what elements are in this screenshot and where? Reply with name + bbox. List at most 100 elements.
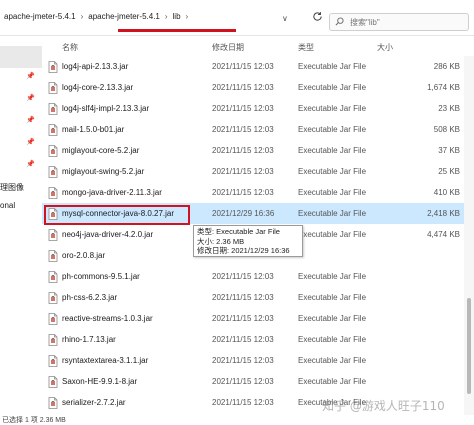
navigation-pane: 📌 📌 📌 📌 📌 理图像 onal	[0, 36, 42, 425]
file-size: 286 KB	[433, 62, 460, 71]
file-row[interactable]: log4j-slf4j-impl-2.13.3.jar 2021/11/15 12…	[42, 98, 464, 119]
file-date: 2021/11/15 12:03	[212, 83, 274, 92]
chevron-down-icon[interactable]: ∨	[282, 14, 288, 23]
file-row[interactable]: mongo-java-driver-2.11.3.jar 2021/11/15 1…	[42, 182, 464, 203]
file-row[interactable]: ph-css-6.2.3.jar 2021/11/15 12:03 Executab…	[42, 287, 464, 308]
nav-item[interactable]: 📌	[0, 110, 42, 132]
file-name: ph-css-6.2.3.jar	[62, 293, 118, 302]
nav-item[interactable]	[0, 46, 42, 68]
status-text: 已选择 1 项 2.36 MB	[2, 417, 66, 424]
breadcrumb-separator[interactable]: ›	[162, 12, 171, 21]
file-row[interactable]: log4j-api-2.13.3.jar 2021/11/15 12:03 Exec…	[42, 56, 464, 77]
file-size: 4,474 KB	[427, 230, 460, 239]
nav-item[interactable]: 📌	[0, 66, 42, 88]
file-name: serializer-2.7.2.jar	[62, 398, 126, 407]
file-size: 410 KB	[433, 188, 460, 197]
file-date: 2021/11/15 12:03	[212, 167, 274, 176]
pin-icon: 📌	[26, 139, 35, 146]
breadcrumb-item[interactable]: apache-jmeter-5.4.1	[2, 12, 78, 21]
file-size: 25 KB	[438, 167, 460, 176]
breadcrumb-item-current[interactable]: lib	[171, 12, 183, 21]
refresh-icon[interactable]	[310, 11, 324, 25]
file-type: Executable Jar File	[298, 125, 367, 134]
search-input[interactable]	[350, 17, 460, 27]
jar-file-icon	[48, 397, 58, 409]
vertical-scrollbar[interactable]	[464, 56, 474, 425]
jar-file-icon	[48, 166, 58, 178]
address-bar: apache-jmeter-5.4.1 › apache-jmeter-5.4.…	[0, 0, 474, 36]
column-header-row: 名称 修改日期 类型 大小	[42, 42, 474, 56]
search-box[interactable]	[329, 13, 469, 31]
pin-icon: 📌	[26, 73, 35, 80]
column-header-name[interactable]: 名称	[62, 42, 78, 53]
file-name: Saxon-HE-9.9.1-8.jar	[62, 377, 138, 386]
file-name: rsyntaxtextarea-3.1.1.jar	[62, 356, 149, 365]
file-date: 2021/12/29 16:36	[212, 209, 275, 218]
file-row[interactable]: miglayout-core-5.2.jar 2021/11/15 12:03 Ex…	[42, 140, 464, 161]
nav-item[interactable]: 📌	[0, 88, 42, 110]
file-name: mail-1.5.0-b01.jar	[62, 125, 125, 134]
jar-file-icon	[48, 208, 58, 220]
file-row[interactable]: log4j-core-2.13.3.jar 2021/11/15 12:03 Exe…	[42, 77, 464, 98]
search-icon	[335, 16, 344, 28]
status-bar: 已选择 1 项 2.36 MB	[0, 415, 474, 425]
pin-icon: 📌	[26, 161, 35, 168]
file-name: mongo-java-driver-2.11.3.jar	[62, 188, 162, 197]
jar-file-icon	[48, 187, 58, 199]
file-name: ph-commons-9.5.1.jar	[62, 272, 140, 281]
tooltip-size: 大小: 2.36 MB	[197, 236, 245, 246]
pin-icon: 📌	[26, 95, 35, 102]
red-underline-annotation	[118, 29, 236, 32]
file-type: Executable Jar File	[298, 230, 367, 239]
jar-file-icon	[48, 61, 58, 73]
tooltip-type: 类型: Executable Jar File	[197, 227, 280, 236]
nav-item[interactable]: 📌	[0, 154, 42, 176]
jar-file-icon	[48, 82, 58, 94]
file-name: log4j-core-2.13.3.jar	[62, 83, 134, 92]
file-row[interactable]: miglayout-swing-5.2.jar 2021/11/15 12:03 E…	[42, 161, 464, 182]
file-date: 2021/11/15 12:03	[212, 335, 274, 344]
nav-item-label: 理图像	[0, 183, 24, 192]
file-type: Executable Jar File	[298, 314, 367, 323]
scrollbar-thumb[interactable]	[467, 298, 471, 394]
file-date: 2021/11/15 12:03	[212, 398, 274, 407]
nav-item[interactable]: 📌	[0, 132, 42, 154]
breadcrumb-separator[interactable]: ›	[183, 12, 192, 21]
column-header-type[interactable]: 类型	[298, 42, 314, 53]
file-size: 37 KB	[438, 146, 460, 155]
file-date: 2021/11/15 12:03	[212, 356, 274, 365]
file-name: reactive-streams-1.0.3.jar	[62, 314, 153, 323]
file-type: Executable Jar File	[298, 167, 367, 176]
file-size: 1,674 KB	[427, 83, 460, 92]
file-size: 23 KB	[438, 104, 460, 113]
file-date: 2021/11/15 12:03	[212, 314, 274, 323]
file-type: Executable Jar File	[298, 146, 367, 155]
file-row[interactable]: rsyntaxtextarea-3.1.1.jar 2021/11/15 12:0…	[42, 350, 464, 371]
jar-file-icon	[48, 313, 58, 325]
file-row[interactable]: Saxon-HE-9.9.1-8.jar 2021/11/15 12:03 Exec…	[42, 371, 464, 392]
nav-item-label: onal	[0, 201, 16, 210]
file-type: Executable Jar File	[298, 335, 367, 344]
jar-file-icon	[48, 229, 58, 241]
file-name: miglayout-core-5.2.jar	[62, 146, 140, 155]
file-row[interactable]: mail-1.5.0-b01.jar 2021/11/15 12:03 Execut…	[42, 119, 464, 140]
file-size: 508 KB	[433, 125, 460, 134]
file-row[interactable]: ph-commons-9.5.1.jar 2021/11/15 12:03 Exec…	[42, 266, 464, 287]
file-name: mysql-connector-java-8.0.27.jar	[62, 209, 175, 218]
nav-item[interactable]: onal	[0, 196, 42, 218]
column-header-size[interactable]: 大小	[377, 42, 393, 53]
file-row[interactable]: reactive-streams-1.0.3.jar 2021/11/15 12:…	[42, 308, 464, 329]
jar-file-icon	[48, 103, 58, 115]
file-type: Executable Jar File	[298, 272, 367, 281]
breadcrumb-separator[interactable]: ›	[78, 12, 87, 21]
file-row[interactable]: rhino-1.7.13.jar 2021/11/15 12:03 Executab…	[42, 329, 464, 350]
file-type: Executable Jar File	[298, 209, 367, 218]
file-type: Executable Jar File	[298, 356, 367, 365]
file-date: 2021/11/15 12:03	[212, 125, 274, 134]
file-type: Executable Jar File	[298, 62, 367, 71]
tooltip-date: 修改日期: 2021/12/29 16:36	[197, 246, 290, 255]
file-row[interactable]: mysql-connector-java-8.0.27.jar 2021/12/2…	[42, 203, 464, 224]
file-size: 2,418 KB	[427, 209, 460, 218]
breadcrumb-item[interactable]: apache-jmeter-5.4.1	[86, 12, 162, 21]
column-header-date[interactable]: 修改日期	[212, 42, 244, 53]
